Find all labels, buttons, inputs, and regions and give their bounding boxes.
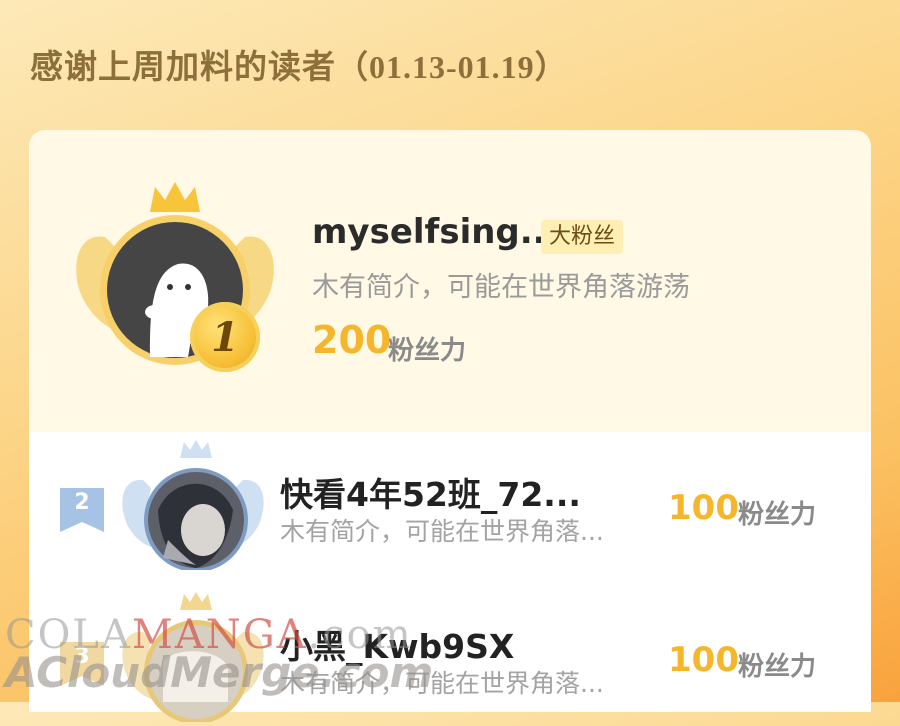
- top-reader-power-unit: 粉丝力: [388, 336, 467, 366]
- top-reader-description: 木有简介，可能在世界角落游荡: [312, 272, 690, 303]
- reader-2-power-unit: 粉丝力: [738, 500, 817, 530]
- page-title-text: 感谢上周加料的读者: [30, 47, 336, 86]
- reader-2-description: 木有简介，可能在世界角落...: [280, 517, 604, 546]
- wings-frame-icon: [122, 440, 264, 572]
- reader-3-power-unit: 粉丝力: [738, 652, 817, 682]
- rank-2-badge: 2: [60, 488, 104, 532]
- reader-2-avatar[interactable]: [118, 440, 268, 574]
- date-range: （01.13-01.19）: [336, 49, 568, 85]
- page-title: 感谢上周加料的读者（01.13-01.19）: [30, 40, 568, 88]
- rank-1-label: 1: [211, 313, 239, 361]
- top-reader-badge: 大粉丝: [541, 220, 624, 254]
- reader-3-power: 100: [668, 640, 739, 680]
- reader-2-name[interactable]: 快看4年52班_72...: [280, 468, 581, 516]
- reader-2-power: 100: [668, 488, 739, 528]
- rank-2-label: 2: [74, 490, 90, 515]
- top-reader-power: 200: [312, 318, 392, 362]
- top-reader-name[interactable]: myselfsing...: [312, 212, 559, 252]
- rank-1-medal: 1: [190, 302, 260, 372]
- watermark-acloudmerge: ACloudMerge.com: [5, 648, 434, 697]
